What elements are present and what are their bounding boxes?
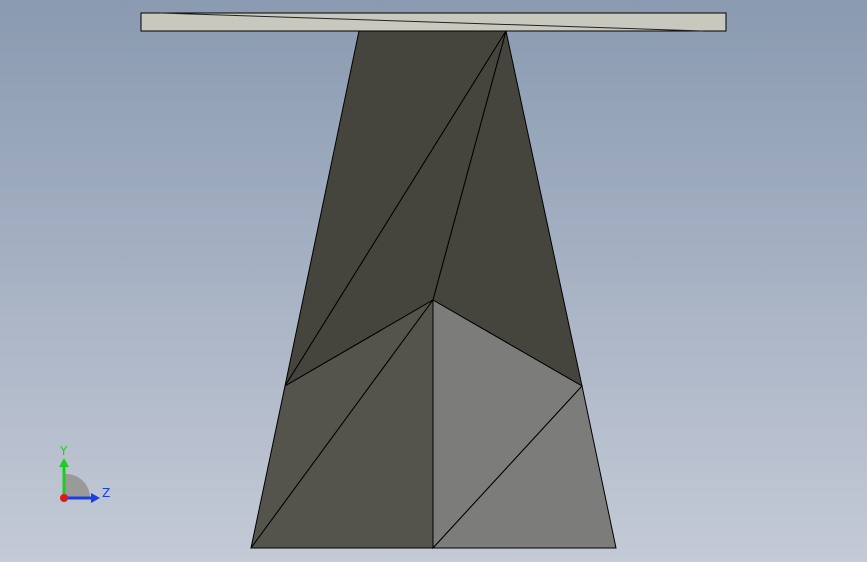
triad-arc-icon	[64, 473, 91, 498]
orientation-triad: Y Z	[59, 444, 110, 503]
z-axis-label: Z	[102, 486, 110, 500]
graphics-viewport[interactable]: Y Z	[0, 0, 867, 562]
arrow-right-icon	[91, 493, 100, 503]
model-scene[interactable]	[0, 0, 867, 562]
y-axis-label: Y	[59, 444, 68, 458]
arrow-up-icon	[59, 458, 69, 467]
origin-dot-icon	[60, 494, 68, 502]
